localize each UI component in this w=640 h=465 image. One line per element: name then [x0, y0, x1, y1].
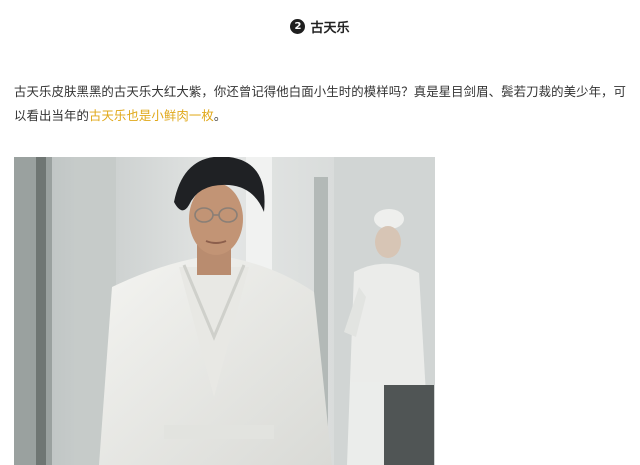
paragraph-highlight: 古天乐也是小鲜肉一枚 — [88, 108, 214, 123]
article-paragraph: 古天乐皮肤黑黑的古天乐大红大紫，你还曾记得他白面小生时的模样吗？真是星目剑眉、鬓… — [14, 80, 630, 128]
section-heading: 2 古天乐 — [0, 17, 640, 36]
photo-illustration — [14, 157, 435, 465]
article-photo — [14, 157, 435, 465]
section-title: 古天乐 — [310, 21, 350, 36]
paragraph-end: 。 — [213, 108, 227, 123]
section-number-badge: 2 — [290, 19, 306, 34]
